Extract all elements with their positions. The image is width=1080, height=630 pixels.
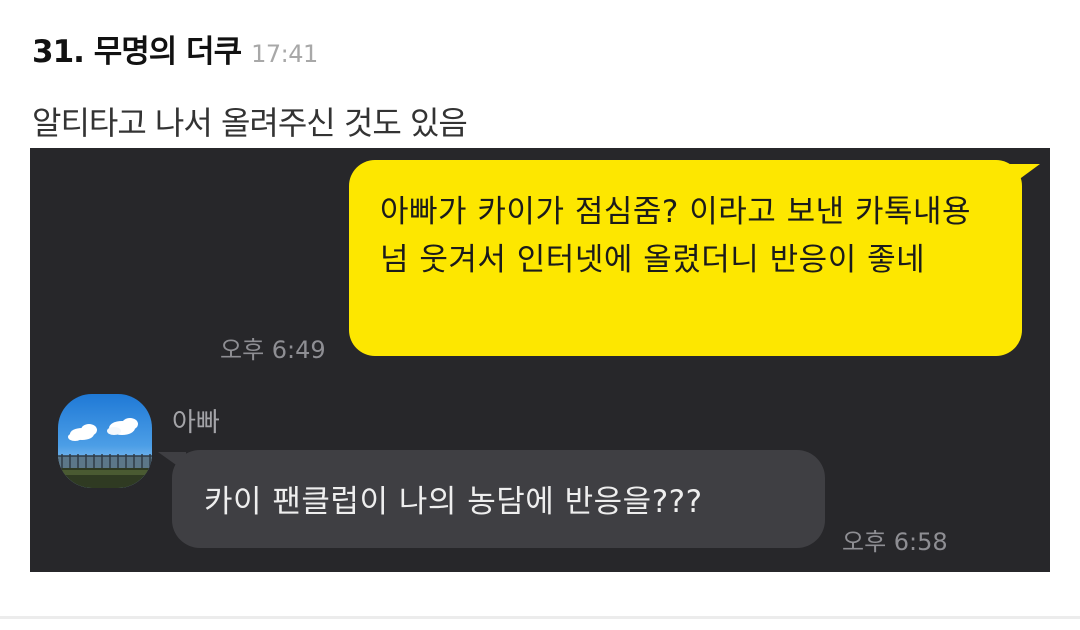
- chat-screenshot-image: 아빠가 카이가 점심줌? 이라고 보낸 카톡내용 넘 웃겨서 인터넷에 올렸더니…: [30, 148, 1050, 572]
- received-bubble-tail: [158, 452, 186, 472]
- avatar-image: [58, 394, 152, 488]
- received-message-time: 오후 6:58: [842, 528, 948, 556]
- received-message-bubble: 카이 팬클럽이 나의 농담에 반응을???: [158, 450, 825, 548]
- sky-landscape-avatar-icon: [58, 394, 152, 488]
- sent-message-bubble: 아빠가 카이가 점심줌? 이라고 보낸 카톡내용 넘 웃겨서 인터넷에 올렸더니…: [349, 160, 1040, 356]
- comment-header: 31. 무명의 더쿠 17:41: [32, 26, 318, 72]
- sent-bubble-tail: [1010, 164, 1040, 186]
- comment-author[interactable]: 31. 무명의 더쿠: [32, 26, 242, 71]
- comment-text: 알티타고 나서 올려주신 것도 있음: [32, 104, 468, 142]
- received-message-text: 카이 팬클럽이 나의 농담에 반응을???: [204, 484, 703, 520]
- comment-timestamp: 17:41: [251, 40, 318, 68]
- bottom-divider: [0, 616, 1080, 619]
- sent-message-time: 오후 6:49: [220, 336, 326, 364]
- sent-message-text: 아빠가 카이가 점심줌? 이라고 보낸 카톡내용 넘 웃겨서 인터넷에 올렸더니…: [380, 194, 972, 278]
- sender-name: 아빠: [172, 408, 220, 438]
